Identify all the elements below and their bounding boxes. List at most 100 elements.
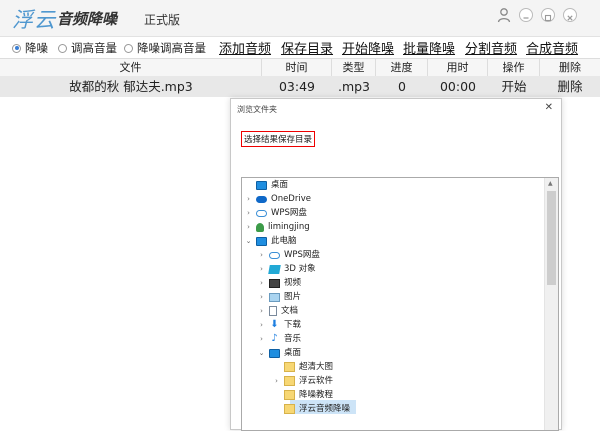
tree-node-label: 降噪教程 — [299, 390, 334, 400]
scroll-thumb[interactable] — [547, 191, 556, 285]
monitor-icon — [256, 180, 267, 190]
merge-audio-button[interactable]: 合成音频 — [526, 38, 578, 57]
mode-radio-denoise-volume-up[interactable]: 降噪调高音量 — [124, 40, 206, 56]
chevron-right-icon[interactable]: › — [272, 374, 281, 388]
monitor-icon — [269, 348, 280, 358]
document-icon — [269, 306, 277, 316]
tree-node-label: 文档 — [281, 306, 299, 316]
minimize-icon — [523, 17, 529, 19]
column-header-progress[interactable]: 进度 — [376, 59, 428, 76]
start-button[interactable]: 开始 — [488, 76, 540, 97]
delete-button[interactable]: 删除 — [540, 76, 600, 97]
cell-time: 03:49 — [278, 79, 316, 94]
split-audio-button[interactable]: 分割音频 — [465, 38, 517, 57]
scroll-up-icon[interactable]: ▲ — [548, 180, 553, 187]
mode-label: 调高音量 — [71, 41, 117, 55]
title-bar: 浮云 音频降噪 正式版 — [0, 0, 600, 37]
chevron-down-icon[interactable]: ⌄ — [257, 346, 266, 360]
minimize-button[interactable] — [519, 8, 533, 22]
tree-node-label: 此电脑 — [271, 236, 297, 246]
dialog-close-button[interactable]: ✕ — [545, 102, 553, 113]
tree-node-denoise-tutorial[interactable]: 降噪教程 — [272, 388, 333, 402]
chevron-right-icon[interactable]: › — [257, 262, 266, 276]
tree-node-label: 桌面 — [271, 180, 289, 190]
file-table-header: 文件 时间 类型 进度 用时 操作 删除 — [0, 58, 600, 77]
column-header-type[interactable]: 类型 — [332, 59, 376, 76]
cloud-icon — [256, 209, 267, 217]
chevron-right-icon[interactable]: › — [244, 220, 253, 234]
chevron-right-icon[interactable]: › — [257, 304, 266, 318]
tree-node-user[interactable]: › limingjing — [244, 220, 310, 234]
chevron-right-icon[interactable]: › — [257, 276, 266, 290]
mode-label: 降噪调高音量 — [137, 41, 206, 55]
column-header-delete[interactable]: 删除 — [540, 59, 600, 76]
tree-node-wps-cloud[interactable]: › WPS网盘 — [244, 206, 307, 220]
user-icon — [256, 222, 264, 232]
tree-node-pictures[interactable]: › 图片 — [257, 290, 301, 304]
column-header-action[interactable]: 操作 — [488, 59, 540, 76]
folder-icon — [284, 362, 295, 372]
tree-node-label: 下载 — [284, 320, 302, 330]
cell-elapsed: 00:00 — [439, 79, 477, 94]
tree-node-documents[interactable]: › 文档 — [257, 304, 298, 318]
start-denoise-button[interactable]: 开始降噪 — [342, 38, 394, 57]
monitor-icon — [256, 236, 267, 246]
tree-node-this-pc[interactable]: ⌄ 此电脑 — [244, 234, 297, 248]
app-name: 音频降噪 — [57, 10, 118, 28]
close-button[interactable] — [563, 8, 577, 22]
chevron-right-icon[interactable]: › — [257, 318, 266, 332]
tree-node-fuyun-denoise[interactable]: 浮云音频降噪 — [272, 402, 350, 416]
dialog-hint: 选择结果保存目录 — [241, 131, 316, 147]
maximize-button[interactable] — [541, 8, 555, 22]
tree-node-label: 超清大图 — [299, 362, 334, 372]
tree-scrollbar[interactable]: ▲ — [544, 178, 558, 430]
column-header-time[interactable]: 时间 — [262, 59, 332, 76]
mode-radio-volume-up[interactable]: 调高音量 — [58, 40, 117, 56]
tree-node-music[interactable]: › ♪ 音乐 — [257, 332, 301, 346]
tree-node-videos[interactable]: › 视频 — [257, 276, 301, 290]
folder-icon — [284, 390, 295, 400]
picture-icon — [269, 292, 280, 302]
cube-icon — [268, 264, 281, 274]
add-audio-button[interactable]: 添加音频 — [219, 38, 271, 57]
chevron-down-icon[interactable]: ⌄ — [244, 234, 253, 248]
tree-node-label: 3D 对象 — [284, 264, 316, 274]
browse-folder-dialog: 浏览文件夹 ✕ 选择结果保存目录 桌面 › OneDrive › WPS网盘 ›… — [230, 98, 562, 431]
batch-denoise-button[interactable]: 批量降噪 — [403, 38, 455, 57]
mode-toolbar: 降噪 调高音量 降噪调高音量 添加音频 保存目录 开始降噪 批量降噪 分割音频 … — [0, 37, 600, 57]
download-icon: ⬇ — [270, 319, 279, 330]
column-header-file[interactable]: 文件 — [0, 59, 262, 76]
tree-node-onedrive[interactable]: › OneDrive — [244, 192, 311, 206]
folder-tree[interactable]: 桌面 › OneDrive › WPS网盘 › limingjing ⌄ 此电脑… — [241, 177, 559, 431]
tree-node-label: 浮云音频降噪 — [299, 404, 351, 414]
tree-node-fuyun-software[interactable]: › 浮云软件 — [272, 374, 333, 388]
tree-node-desktop[interactable]: 桌面 — [244, 178, 288, 192]
tree-node-label: 图片 — [284, 292, 302, 302]
tree-node-label: 浮云软件 — [299, 376, 334, 386]
mode-radio-denoise[interactable]: 降噪 — [12, 40, 48, 56]
radio-selected-icon — [12, 43, 21, 53]
tree-node-downloads[interactable]: › ⬇ 下载 — [257, 318, 301, 332]
video-icon — [269, 278, 280, 288]
tree-node-pc-wps-cloud[interactable]: › WPS网盘 — [257, 248, 320, 262]
tree-node-pc-desktop[interactable]: ⌄ 桌面 — [257, 346, 301, 360]
music-icon: ♪ — [271, 333, 278, 344]
chevron-right-icon[interactable]: › — [244, 192, 253, 206]
onedrive-icon — [256, 195, 267, 203]
chevron-right-icon[interactable]: › — [257, 290, 266, 304]
radio-icon — [124, 43, 133, 53]
table-row[interactable]: 故都的秋 郁达夫.mp3 03:49 .mp3 0 00:00 开始 删除 — [0, 76, 600, 97]
tree-node-3d-objects[interactable]: › 3D 对象 — [257, 262, 316, 276]
tree-node-label: 桌面 — [284, 348, 302, 358]
tree-node-hd-images[interactable]: 超清大图 — [272, 360, 333, 374]
chevron-right-icon[interactable]: › — [244, 206, 253, 220]
save-dir-button[interactable]: 保存目录 — [281, 38, 333, 57]
tree-node-label: OneDrive — [271, 194, 311, 204]
chevron-right-icon[interactable]: › — [257, 332, 266, 346]
chevron-right-icon[interactable]: › — [257, 248, 266, 262]
column-header-elapsed[interactable]: 用时 — [428, 59, 488, 76]
user-icon[interactable] — [496, 7, 512, 23]
close-icon — [567, 15, 573, 21]
folder-icon — [284, 404, 295, 414]
cell-progress: 0 — [398, 79, 406, 94]
